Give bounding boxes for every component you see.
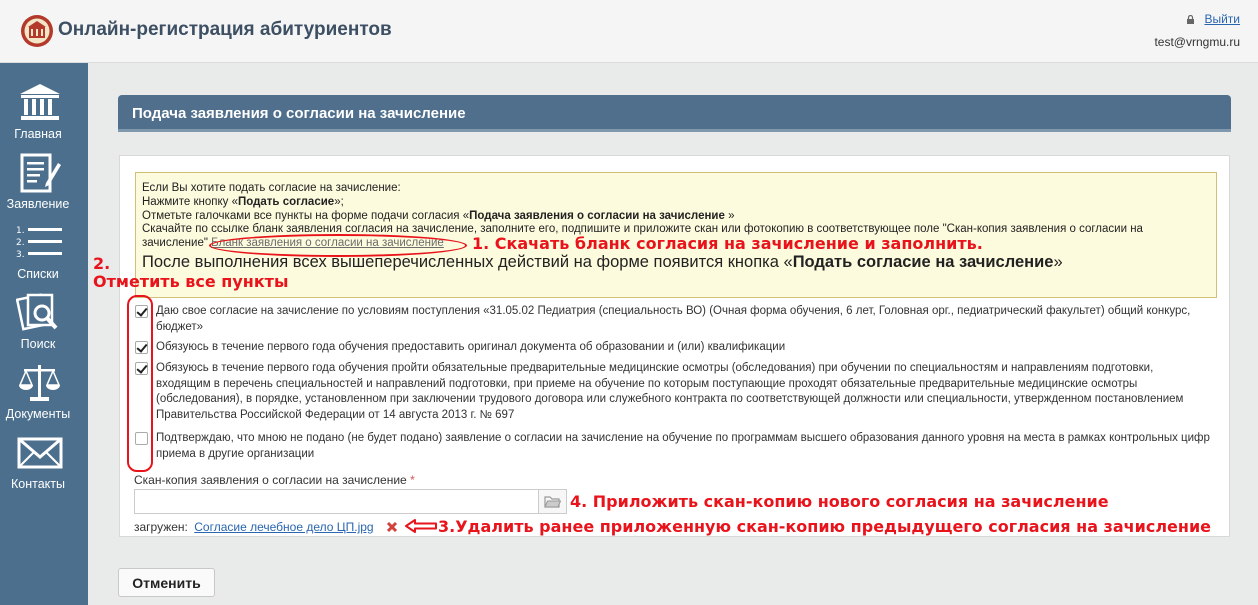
info-line: Нажмите кнопку «Подать согласие»; [142, 195, 344, 208]
user-area: Выйти test@vrngmu.ru [1154, 12, 1240, 49]
sidebar-item-label: Заявление [6, 197, 70, 211]
svg-text:3.: 3. [16, 250, 25, 260]
app-title: Онлайн-регистрация абитуриентов [58, 19, 392, 40]
envelope-icon [17, 437, 63, 469]
annotation-step-2-text: Отметить все пункты [93, 272, 289, 291]
annotation-step-1: 1. Скачать бланк согласия на зачисление … [472, 234, 983, 253]
scan-field-label: Скан-копия заявления о согласии на зачис… [134, 473, 415, 487]
info-line: Если Вы хотите подать согласие на зачисл… [142, 182, 401, 194]
checkbox-label: Обязуюсь в течение первого года обучения… [156, 341, 786, 353]
search-documents-icon [16, 293, 58, 331]
annotation-step-4: 4. Приложить скан-копию нового согласия … [570, 492, 1109, 511]
annotation-step-2-number: 2. [93, 254, 111, 273]
logout-link[interactable]: Выйти [1204, 12, 1240, 26]
svg-text:2.: 2. [16, 238, 25, 248]
info-line: Отметьте галочками все пункты на форме п… [142, 209, 735, 222]
annotation-step-3: 3.Удалить ранее приложенную скан-копию п… [438, 517, 1212, 536]
scales-icon [18, 365, 61, 401]
sidebar-item-label: Главная [14, 127, 62, 141]
browse-file-button[interactable] [539, 489, 567, 514]
page-title: Подача заявления о согласии на зачислени… [132, 105, 466, 122]
numbered-list-icon: 1. 2. 3. [16, 226, 62, 260]
sidebar-item-label: Списки [17, 267, 59, 281]
sidebar-item-documents[interactable]: Документы [0, 357, 88, 427]
annotation-checkbox-frame [127, 295, 153, 472]
lock-icon [1187, 15, 1195, 24]
checkbox-label: Даю свое согласие на зачисление по услов… [156, 305, 1191, 333]
sidebar-item-home[interactable]: Главная [0, 77, 88, 147]
panel-header: Подача заявления о согласии на зачислени… [118, 95, 1231, 132]
sidebar-item-label: Контакты [11, 477, 65, 491]
delete-file-icon[interactable] [386, 521, 398, 533]
annotation-arrow-icon [405, 519, 437, 533]
sidebar-item-application[interactable]: Заявление [0, 147, 88, 217]
svg-text:1.: 1. [16, 226, 25, 236]
sidebar-item-label: Документы [5, 407, 71, 421]
loaded-file-row: загружен: Согласие лечебное дело ЦП.jpg [134, 520, 398, 534]
annotation-ellipse [209, 234, 467, 257]
checkbox-label: Обязуюсь в течение первого года обучения… [156, 362, 1184, 421]
required-mark: * [410, 473, 415, 487]
checkbox-label: Подтверждаю, что мною не подано (не буде… [156, 432, 1210, 460]
sidebar-item-lists[interactable]: 1. 2. 3. Списки [0, 217, 88, 287]
sidebar-item-search[interactable]: Поиск [0, 287, 88, 357]
user-email: test@vrngmu.ru [1154, 35, 1240, 49]
loaded-file-link[interactable]: Согласие лечебное дело ЦП.jpg [194, 520, 373, 534]
sidebar-item-contacts[interactable]: Контакты [0, 427, 88, 497]
building-columns-icon [20, 84, 60, 120]
cancel-button[interactable]: Отменить [118, 568, 215, 597]
folder-icon [544, 496, 561, 508]
document-pen-icon [20, 153, 61, 193]
scan-file-input[interactable] [134, 489, 539, 514]
university-logo [21, 15, 53, 47]
top-header: Онлайн-регистрация абитуриентов Выйти te… [0, 0, 1258, 63]
sidebar: Главная Заявление 1. 2. 3. Списки Поиск … [0, 63, 88, 605]
sidebar-item-label: Поиск [20, 337, 56, 351]
